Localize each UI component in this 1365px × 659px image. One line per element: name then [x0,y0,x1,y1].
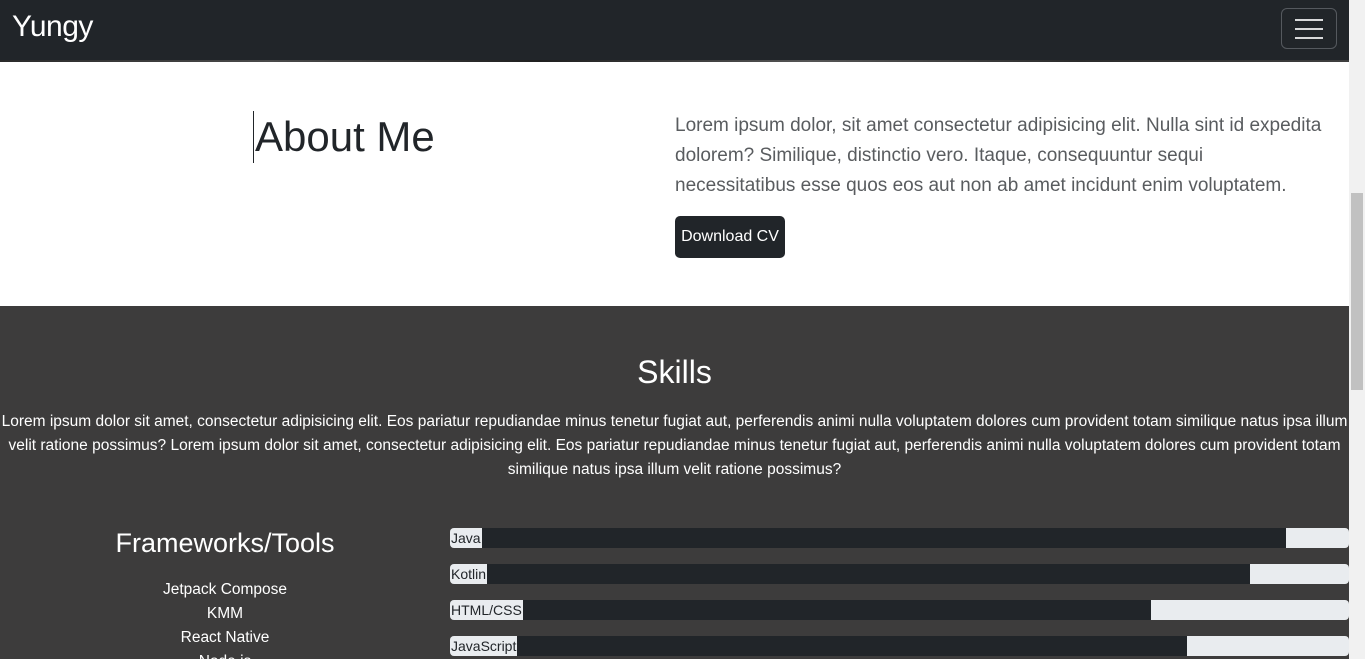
skills-description: Lorem ipsum dolor sit amet, consectetur … [1,413,1348,478]
framework-item: KMM [206,605,244,622]
skills-title: Skills [637,354,712,390]
framework-item: Jetpack Compose [162,581,288,598]
navbar: Yungy [0,0,1349,60]
skill-bar-label: JavaScript [450,636,518,656]
skill-bar-fill [450,564,1251,584]
hamburger-icon-bar [1295,27,1323,30]
skill-bar-fill [450,528,1287,548]
about-title: About Me [253,111,435,163]
brand-logo[interactable]: Yungy [12,10,93,44]
skill-bars: Java Kotlin HTML/CSS JavaScript [450,528,1349,659]
hamburger-icon-bar [1295,18,1323,21]
skill-bar-kotlin: Kotlin [450,564,1349,584]
skill-bar-javascript: JavaScript [450,636,1349,656]
download-cv-button[interactable]: Download CV [675,216,785,258]
skills-section: Skills Lorem ipsum dolor sit amet, conse… [0,306,1349,659]
skill-bar-java: Java [450,528,1349,548]
about-text: Lorem ipsum dolor, sit amet consectetur … [675,115,1322,196]
skill-bar-label: Kotlin [450,564,488,584]
scrollbar-thumb[interactable] [1351,193,1363,390]
about-section: About Me Lorem ipsum dolor, sit amet con… [0,61,1349,306]
skill-bar-fill [450,636,1188,656]
skill-bar-label: HTML/CSS [450,600,523,620]
page-scrollbar[interactable] [1349,0,1365,659]
hamburger-icon-bar [1295,36,1323,39]
navbar-toggle-button[interactable] [1281,8,1337,49]
skill-bar-label: Java [450,528,482,548]
frameworks-title: Frameworks/Tools [115,528,335,558]
skill-bar-html-css: HTML/CSS [450,600,1349,620]
frameworks-list: Jetpack Compose KMM React Native Node.js [0,578,450,659]
skill-bar-fill [450,600,1152,620]
framework-item: React Native [180,629,270,646]
framework-item: Node.js [0,650,450,659]
